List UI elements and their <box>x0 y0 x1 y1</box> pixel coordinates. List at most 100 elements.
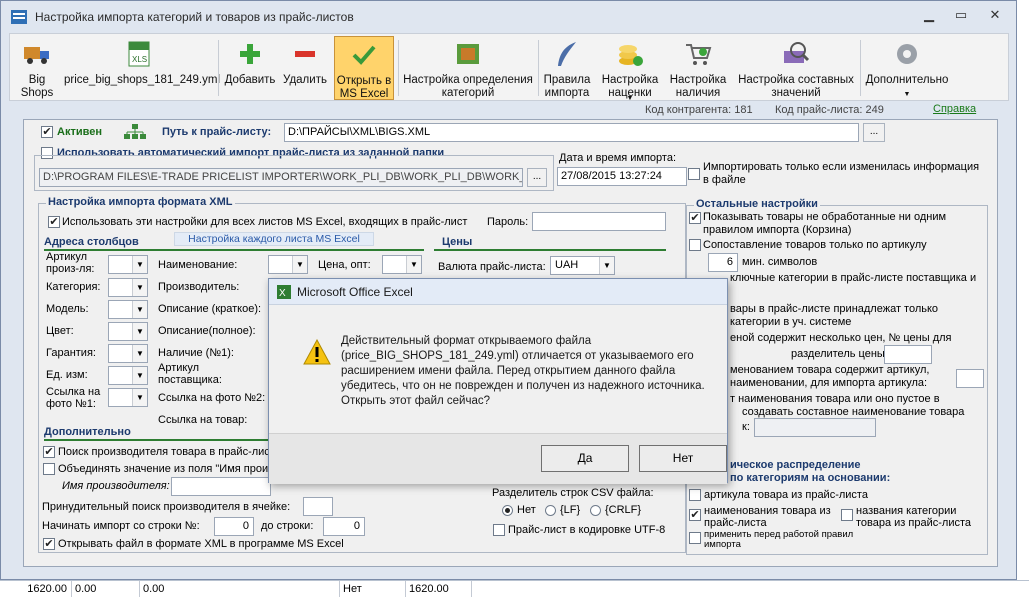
markup-settings-button[interactable]: Настройка наценки ▼ <box>598 36 662 102</box>
show-unprocessed-checkbox[interactable]: ✔ <box>689 212 701 224</box>
utf8-checkbox[interactable] <box>493 524 505 536</box>
create-composite-label: создавать составное наименование товара <box>742 406 965 418</box>
magnifier-icon <box>784 42 810 63</box>
dist-cat-names-label: названия категории товара из прайс-листа <box>856 505 972 529</box>
use-all-sheets-checkbox[interactable]: ✔ <box>48 216 60 228</box>
folder-browse-button[interactable]: ... <box>527 168 547 187</box>
min-chars-input[interactable]: 6 <box>708 253 738 272</box>
only-if-changed-checkbox[interactable] <box>688 168 700 180</box>
name-contains-article-label: менованием товара содержит артикул, <box>730 364 930 376</box>
csv-separator-label: Разделитель строк CSV файла: <box>492 487 654 499</box>
csv-none-radio[interactable] <box>502 505 513 516</box>
category-combo[interactable]: ▼ <box>108 278 148 297</box>
short-description-label: Описание (краткое): <box>158 303 262 315</box>
dist-cat-names-checkbox[interactable] <box>841 509 853 521</box>
dialog-title-bar: X Microsoft Office Excel <box>269 279 727 305</box>
add-button[interactable]: Добавить <box>222 36 278 100</box>
name-combo[interactable]: ▼ <box>268 255 308 274</box>
color-combo[interactable]: ▼ <box>108 322 148 341</box>
open-in-excel-button[interactable]: Открыть в MS Excel <box>334 36 394 100</box>
composite-short-label: к: <box>742 421 750 433</box>
toolbar-separator <box>218 40 219 96</box>
excel-file-icon: XLS <box>128 41 150 67</box>
belongs-one-label: вары в прайс-листе принадлежат только <box>730 303 939 315</box>
price-opt-combo[interactable]: ▼ <box>382 255 422 274</box>
to-row-input[interactable]: 0 <box>323 517 365 536</box>
each-sheet-tab[interactable]: Настройка каждого листа MS Excel <box>174 232 374 246</box>
article-from-name-input[interactable] <box>956 369 984 388</box>
big-shops-button[interactable]: Big Shops <box>12 36 62 100</box>
composite-values-button[interactable]: Настройка составных значений <box>734 36 858 100</box>
info-bar: Код контрагента: 181 Код прайс-листа: 24… <box>9 101 1009 119</box>
search-manufacturer-checkbox[interactable]: ✔ <box>43 446 55 458</box>
open-xml-excel-checkbox[interactable]: ✔ <box>43 538 55 550</box>
manufacturer-name-label: Имя производителя: <box>62 480 170 492</box>
browse-button[interactable]: ... <box>863 123 885 142</box>
minimize-button[interactable]: ▁ <box>913 5 945 25</box>
to-row-label: до строки: <box>261 520 314 532</box>
password-input[interactable] <box>532 212 666 231</box>
currency-combo[interactable]: UAH ▼ <box>550 256 615 275</box>
window-title: Настройка импорта категорий и товаров из… <box>35 10 354 24</box>
category-label: Категория: <box>46 281 101 293</box>
grid-cell[interactable]: 1620.00 <box>0 581 72 597</box>
more-button[interactable]: Дополнительно ▼ <box>862 36 952 100</box>
path-input[interactable]: D:\ПРАЙСЫ\XML\BIGS.XML <box>284 123 859 142</box>
unit-label: Ед. изм: <box>46 369 88 381</box>
article-combo[interactable]: ▼ <box>108 255 148 274</box>
datetime-input[interactable]: 27/08/2015 13:27:24 <box>557 167 687 186</box>
match-article-checkbox[interactable] <box>689 239 701 251</box>
no-button[interactable]: Нет <box>639 445 727 472</box>
extra-header: Дополнительно <box>44 426 131 438</box>
start-row-input[interactable]: 0 <box>214 517 254 536</box>
toolbar: Big Shops XLS price_big_shops_181_249.ym… <box>9 33 1009 102</box>
maximize-button[interactable]: ▭ <box>945 5 977 25</box>
chevron-down-icon: ▼ <box>132 367 147 384</box>
toolbar-separator <box>398 40 399 96</box>
name-label: Наименование: <box>158 259 238 271</box>
full-description-label: Описание(полное): <box>158 325 256 337</box>
warning-icon <box>303 339 331 365</box>
pricelist-file-button[interactable]: XLS price_big_shops_181_249.yml <box>64 36 220 100</box>
csv-lf-radio[interactable] <box>545 505 556 516</box>
warranty-combo[interactable]: ▼ <box>108 344 148 363</box>
yes-button[interactable]: Да <box>541 445 629 472</box>
photo1-combo[interactable]: ▼ <box>108 388 148 407</box>
name-for-article-label: наименовании, для импорта артикула: <box>730 377 928 389</box>
primary-search-input[interactable] <box>303 497 333 516</box>
delete-button[interactable]: Удалить <box>278 36 332 100</box>
close-button[interactable]: ✕ <box>979 5 1011 25</box>
price-separator-label: разделитель цены: <box>791 348 888 360</box>
dist-article-checkbox[interactable] <box>689 489 701 501</box>
toolbar-separator <box>538 40 539 96</box>
composite-input[interactable] <box>754 418 876 437</box>
category-rules-button[interactable]: Настройка определения категорий <box>400 36 536 100</box>
manufacturer-name-input[interactable] <box>171 477 271 496</box>
chevron-down-icon: ▼ <box>132 256 147 273</box>
product-link-label: Ссылка на товар: <box>158 414 248 426</box>
excel-icon: X <box>277 285 291 299</box>
grid-cell[interactable]: 0.00 <box>72 581 140 597</box>
help-link[interactable]: Справка <box>933 103 976 115</box>
import-rules-button[interactable]: Правила импорта <box>540 36 594 100</box>
grid-cell[interactable]: 0.00 <box>140 581 340 597</box>
tree-icon <box>124 124 146 139</box>
merge-field-checkbox[interactable] <box>43 463 55 475</box>
apply-rules-checkbox[interactable] <box>689 532 701 544</box>
grid-cell[interactable]: 1620.00 <box>406 581 472 597</box>
grid-cell[interactable]: Нет <box>340 581 406 597</box>
chevron-down-icon: ▼ <box>292 256 307 273</box>
auto-folder-input[interactable]: D:\PROGRAM FILES\E-TRADE PRICELIST IMPOR… <box>39 168 523 187</box>
csv-crlf-label: {CRLF} <box>605 504 642 516</box>
active-checkbox[interactable]: ✔ <box>41 126 53 138</box>
price-separator-input[interactable] <box>884 345 932 364</box>
apply-rules-label: применить перед работой правил импорта <box>704 529 854 550</box>
csv-crlf-radio[interactable] <box>590 505 601 516</box>
dist-name-checkbox[interactable]: ✔ <box>689 509 701 521</box>
show-unprocessed-label: Показывать товары не обработанные ни одн… <box>703 211 947 236</box>
unit-combo[interactable]: ▼ <box>108 366 148 385</box>
one-category-label: категории в уч. системе <box>730 316 852 328</box>
model-combo[interactable]: ▼ <box>108 300 148 319</box>
color-label: Цвет: <box>46 325 74 337</box>
availability-settings-button[interactable]: Настройка наличия <box>666 36 730 100</box>
